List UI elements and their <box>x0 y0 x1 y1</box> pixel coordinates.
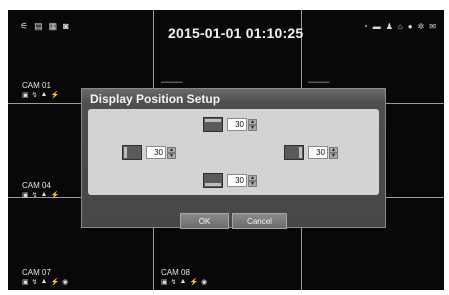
motion-icon: ↯ <box>170 279 177 286</box>
record-icon: ◙ <box>63 21 69 31</box>
spin-down-icon[interactable]: ▼ <box>329 152 338 159</box>
zoom-icon[interactable]: ● <box>408 22 413 31</box>
dialog-title: Display Position Setup <box>90 92 221 106</box>
user-icon[interactable]: ♟ <box>386 22 393 31</box>
camera-label-cam01: CAM 01 <box>22 81 51 90</box>
camera-status-icons: ▣ ↯ ▲ ⚡ <box>22 91 59 99</box>
top-offset-input[interactable]: 30 <box>227 118 247 131</box>
position-panel: 30 ▲ ▼ 30 ▲ ▼ 30 ▲ ▼ 30 ▲ ▼ <box>88 109 379 195</box>
display-position-dialog: Display Position Setup 30 ▲ ▼ 30 ▲ ▼ 30 … <box>81 88 386 229</box>
left-offset-input[interactable]: 30 <box>146 146 166 159</box>
motion-icon: ↯ <box>31 192 38 199</box>
network-icon: ▦ <box>48 21 58 31</box>
bottom-offset-spinner[interactable]: ▲ ▼ <box>248 174 257 187</box>
motion-icon: ↯ <box>31 92 38 99</box>
bottom-position-icon <box>203 173 223 188</box>
rec-icon: ▣ <box>22 192 29 199</box>
sensor-icon: ⚡ <box>189 279 199 286</box>
spin-down-icon[interactable]: ▼ <box>248 180 257 187</box>
left-position-icon <box>122 145 142 160</box>
right-offset-control: 30 ▲ ▼ <box>284 145 338 160</box>
top-offset-control: 30 ▲ ▼ <box>203 117 257 132</box>
right-position-icon <box>284 145 304 160</box>
hdd-icon: ▬ <box>372 22 381 31</box>
camera-label-cam04: CAM 04 <box>22 181 51 190</box>
cancel-button[interactable]: Cancel <box>232 213 287 229</box>
event-icon: ◉ <box>201 279 208 286</box>
camera-status-icons: ▣ ↯ ▲ ⚡ ◉ <box>22 278 68 286</box>
top-position-icon <box>203 117 223 132</box>
bottom-offset-control: 30 ▲ ▼ <box>203 173 257 188</box>
motion-icon: ↯ <box>31 279 38 286</box>
mail-icon[interactable]: ✉ <box>429 22 436 31</box>
spin-down-icon[interactable]: ▼ <box>248 124 257 131</box>
gear-icon[interactable]: ✲ <box>418 22 425 31</box>
camera-status-icons: ▣ ↯ ▲ ⚡ <box>22 191 59 199</box>
lock-icon: ▲ <box>40 191 48 198</box>
camera-label-cam08: CAM 08 <box>161 268 190 277</box>
search-icon[interactable]: ◔ <box>363 22 368 31</box>
camera-label-cam07: CAM 07 <box>22 268 51 277</box>
bottom-offset-input[interactable]: 30 <box>227 174 247 187</box>
sensor-icon: ⚡ <box>50 279 60 286</box>
left-offset-control: 30 ▲ ▼ <box>122 145 176 160</box>
sensor-icon: ⚡ <box>50 92 60 99</box>
motion-icon: ⚟ <box>20 21 29 31</box>
dvr-screen: ⚟ ▤ ▦ ◙ 2015-01-01 01:10:25 ◔ ▬ ♟ ⌂ ● ✲ … <box>8 10 444 290</box>
ok-button[interactable]: OK <box>180 213 229 229</box>
right-offset-input[interactable]: 30 <box>308 146 328 159</box>
event-icon: ◉ <box>62 279 69 286</box>
top-offset-spinner[interactable]: ▲ ▼ <box>248 118 257 131</box>
status-bar-right: ◔ ▬ ♟ ⌂ ● ✲ ✉ <box>363 22 436 31</box>
left-offset-spinner[interactable]: ▲ ▼ <box>167 146 176 159</box>
sensor-icon: ⚡ <box>50 192 60 199</box>
spin-down-icon[interactable]: ▼ <box>167 152 176 159</box>
camera-status-icons: ▣ ↯ ▲ ⚡ ◉ <box>161 278 207 286</box>
rec-icon: ▣ <box>22 92 29 99</box>
lock-icon: ▲ <box>179 278 187 285</box>
rec-icon: ▣ <box>22 279 29 286</box>
status-bar-left: ⚟ ▤ ▦ ◙ <box>20 21 69 32</box>
lock-icon: ▲ <box>40 278 48 285</box>
lock-icon[interactable]: ⌂ <box>398 22 403 31</box>
right-offset-spinner[interactable]: ▲ ▼ <box>329 146 338 159</box>
rec-icon: ▣ <box>161 279 168 286</box>
hdd-icon: ▤ <box>34 21 43 31</box>
date-time: 2015-01-01 01:10:25 <box>168 25 304 41</box>
lock-icon: ▲ <box>40 91 48 98</box>
